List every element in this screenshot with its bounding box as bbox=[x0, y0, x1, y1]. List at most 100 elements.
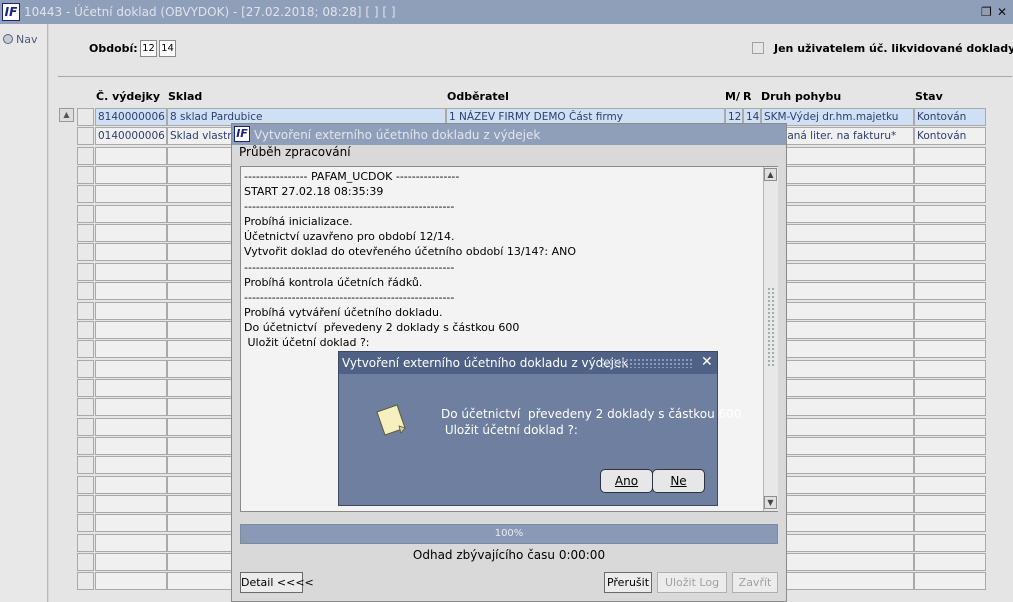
cell-stav[interactable]: Kontován bbox=[914, 127, 986, 145]
cell-stav[interactable] bbox=[914, 166, 986, 184]
close-icon[interactable]: ✕ bbox=[997, 5, 1007, 19]
col-header-vydejka[interactable]: Č. výdejky bbox=[96, 90, 160, 103]
cell-vydejka[interactable] bbox=[95, 379, 167, 397]
cell-vydejka[interactable] bbox=[95, 495, 167, 513]
row-marker[interactable] bbox=[77, 572, 94, 590]
cell-vydejka[interactable]: 0140000006 bbox=[95, 127, 167, 145]
col-header-stav[interactable]: Stav bbox=[915, 90, 943, 103]
cell-stav[interactable] bbox=[914, 321, 986, 339]
row-marker[interactable] bbox=[77, 185, 94, 203]
row-marker[interactable] bbox=[77, 514, 94, 532]
row-marker[interactable] bbox=[77, 476, 94, 494]
row-marker[interactable] bbox=[77, 282, 94, 300]
cell-stav[interactable] bbox=[914, 205, 986, 223]
scroll-down-icon[interactable]: ▼ bbox=[764, 496, 777, 509]
cell-vydejka[interactable] bbox=[95, 185, 167, 203]
cell-stav[interactable] bbox=[914, 418, 986, 436]
row-marker[interactable] bbox=[77, 534, 94, 552]
row-marker[interactable] bbox=[77, 553, 94, 571]
row-marker[interactable] bbox=[77, 224, 94, 242]
cell-stav[interactable] bbox=[914, 360, 986, 378]
cell-stav[interactable] bbox=[914, 572, 986, 590]
cell-vydejka[interactable] bbox=[95, 321, 167, 339]
cell-vydejka[interactable] bbox=[95, 553, 167, 571]
only-user-checkbox[interactable] bbox=[752, 42, 764, 54]
cell-stav[interactable]: Kontován bbox=[914, 108, 986, 126]
cell-vydejka[interactable] bbox=[95, 514, 167, 532]
cell-vydejka[interactable] bbox=[95, 263, 167, 281]
row-marker[interactable] bbox=[77, 418, 94, 436]
cell-vydejka[interactable] bbox=[95, 302, 167, 320]
row-marker[interactable] bbox=[77, 495, 94, 513]
col-header-r[interactable]: R bbox=[743, 90, 751, 103]
col-header-m[interactable]: M/ bbox=[725, 90, 740, 103]
row-marker[interactable] bbox=[77, 302, 94, 320]
cell-stav[interactable] bbox=[914, 147, 986, 165]
cell-stav[interactable] bbox=[914, 495, 986, 513]
row-marker[interactable] bbox=[77, 147, 94, 165]
cell-vydejka[interactable] bbox=[95, 147, 167, 165]
cell-stav[interactable] bbox=[914, 185, 986, 203]
cell-vydejka[interactable] bbox=[95, 282, 167, 300]
interrupt-button[interactable]: Přerušit bbox=[604, 572, 652, 593]
scroll-up-icon[interactable]: ▲ bbox=[764, 168, 777, 181]
cell-vydejka[interactable] bbox=[95, 243, 167, 261]
cell-stav[interactable] bbox=[914, 476, 986, 494]
col-header-druh[interactable]: Druh pohybu bbox=[761, 90, 841, 103]
row-marker[interactable] bbox=[77, 340, 94, 358]
cell-stav[interactable] bbox=[914, 398, 986, 416]
cell-vydejka[interactable] bbox=[95, 224, 167, 242]
cell-vydejka[interactable] bbox=[95, 340, 167, 358]
title-bar[interactable]: IF 10443 - Účetní doklad (OBVYDOK) - [27… bbox=[0, 0, 1013, 24]
cell-vydejka[interactable]: 8140000006 bbox=[95, 108, 167, 126]
confirm-dialog-title-bar[interactable]: Vytvoření externího účetního dokladu z v… bbox=[339, 352, 717, 374]
close-button[interactable]: Zavřít bbox=[732, 572, 778, 593]
cell-vydejka[interactable] bbox=[95, 437, 167, 455]
detail-button[interactable]: Detail <<<< bbox=[240, 572, 314, 593]
cell-vydejka[interactable] bbox=[95, 476, 167, 494]
row-marker[interactable] bbox=[77, 456, 94, 474]
cell-vydejka[interactable] bbox=[95, 398, 167, 416]
cell-stav[interactable] bbox=[914, 553, 986, 571]
row-marker[interactable] bbox=[77, 166, 94, 184]
cell-vydejka[interactable] bbox=[95, 205, 167, 223]
row-marker[interactable] bbox=[77, 108, 94, 126]
scroll-grip[interactable] bbox=[767, 287, 774, 367]
log-scrollbar[interactable]: ▲ ▼ bbox=[763, 167, 778, 511]
row-marker[interactable] bbox=[77, 243, 94, 261]
yes-button[interactable]: Ano bbox=[600, 469, 653, 493]
cell-stav[interactable] bbox=[914, 263, 986, 281]
scroll-up-icon[interactable]: ▲ bbox=[59, 108, 74, 122]
nav-button[interactable]: Nav bbox=[3, 33, 37, 46]
cell-vydejka[interactable] bbox=[95, 534, 167, 552]
processing-dialog-title-bar[interactable]: IF Vytvoření externího účetního dokladu … bbox=[232, 124, 786, 145]
cell-stav[interactable] bbox=[914, 224, 986, 242]
row-marker[interactable] bbox=[77, 398, 94, 416]
row-marker[interactable] bbox=[77, 379, 94, 397]
obdobi-year-field[interactable]: 14 bbox=[159, 40, 176, 57]
cell-stav[interactable] bbox=[914, 514, 986, 532]
cell-stav[interactable] bbox=[914, 243, 986, 261]
no-button[interactable]: Ne bbox=[652, 469, 705, 493]
cell-stav[interactable] bbox=[914, 379, 986, 397]
row-marker[interactable] bbox=[77, 360, 94, 378]
row-marker[interactable] bbox=[77, 437, 94, 455]
row-marker[interactable] bbox=[77, 321, 94, 339]
save-log-button[interactable]: Uložit Log bbox=[657, 572, 727, 593]
cell-stav[interactable] bbox=[914, 302, 986, 320]
cell-stav[interactable] bbox=[914, 456, 986, 474]
cell-vydejka[interactable] bbox=[95, 456, 167, 474]
row-marker[interactable] bbox=[77, 205, 94, 223]
row-marker[interactable] bbox=[77, 263, 94, 281]
obdobi-month-field[interactable]: 12 bbox=[140, 40, 157, 57]
restore-icon[interactable]: ❐ bbox=[981, 5, 992, 19]
cell-vydejka[interactable] bbox=[95, 572, 167, 590]
cell-stav[interactable] bbox=[914, 534, 986, 552]
cell-stav[interactable] bbox=[914, 282, 986, 300]
cell-stav[interactable] bbox=[914, 340, 986, 358]
cell-stav[interactable] bbox=[914, 437, 986, 455]
cell-vydejka[interactable] bbox=[95, 360, 167, 378]
cell-vydejka[interactable] bbox=[95, 418, 167, 436]
row-marker[interactable] bbox=[77, 127, 94, 145]
close-icon[interactable]: ✕ bbox=[701, 354, 713, 370]
